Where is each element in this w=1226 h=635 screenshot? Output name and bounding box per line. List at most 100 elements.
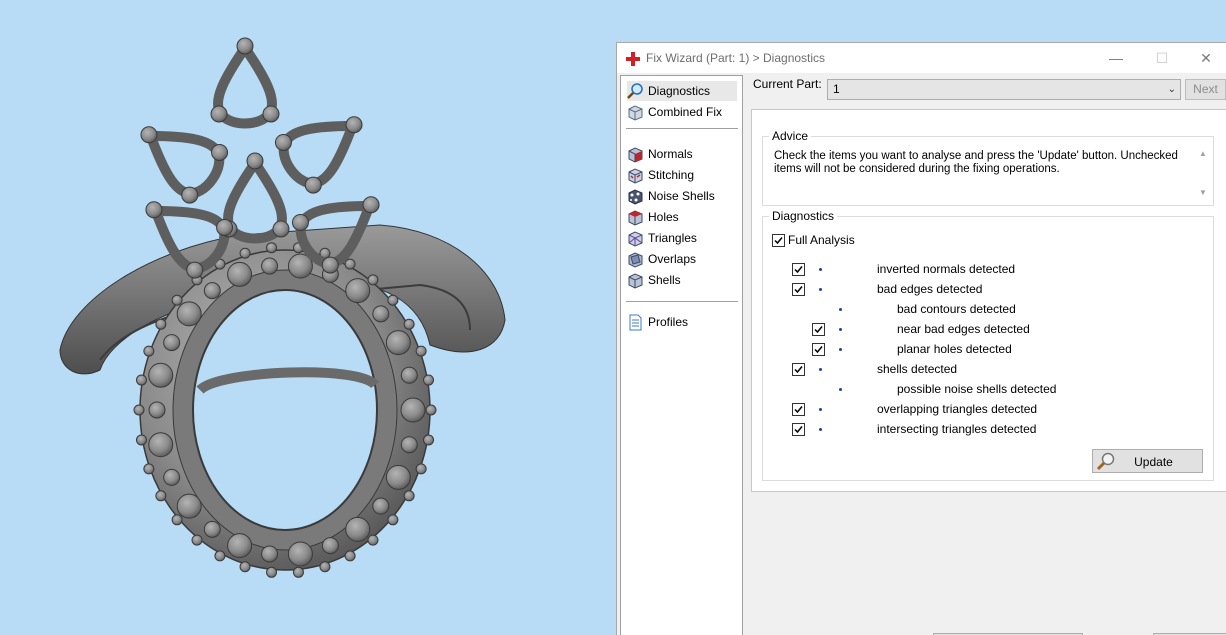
petal-bead <box>181 186 199 204</box>
magnifier-icon <box>627 82 643 99</box>
halo-bead <box>385 464 411 490</box>
nav-label: Normals <box>648 147 693 161</box>
halo-bead <box>345 516 371 542</box>
checkmark-icon <box>794 286 803 294</box>
nav-label: Triangles <box>648 231 697 245</box>
nav-label: Shells <box>648 273 681 287</box>
halo-prong <box>344 550 356 562</box>
overlaps-cube-icon <box>628 251 643 268</box>
petal-bead <box>145 201 163 219</box>
halo-prong <box>425 404 437 416</box>
maximize-button[interactable]: ☐ <box>1139 43 1185 73</box>
advice-group: Advice Check the items you want to analy… <box>762 129 1214 206</box>
red-cross-icon <box>626 52 640 66</box>
halo-prong <box>239 247 251 259</box>
halo-prong <box>423 374 435 386</box>
planar-holes-checkbox[interactable] <box>812 343 825 356</box>
nav-divider <box>626 301 738 302</box>
checkmark-icon <box>774 237 783 245</box>
diagnostic-item-label: inverted normals detected <box>877 262 1016 276</box>
diagnostic-item-label: bad contours detected <box>897 302 1016 316</box>
halo-bead <box>345 278 371 304</box>
nav-item-shells[interactable]: Shells <box>627 270 737 290</box>
checkmark-icon <box>814 346 823 354</box>
halo-bead <box>400 366 418 384</box>
noise-shells-icon <box>628 188 643 205</box>
normals-cube-icon <box>628 146 643 163</box>
diagnostics-title: Diagnostics <box>769 209 838 223</box>
update-button[interactable]: Update <box>1092 449 1203 473</box>
advice-scrollbar[interactable]: ▲ ▼ <box>1197 149 1209 197</box>
scroll-up-icon[interactable]: ▲ <box>1197 149 1209 158</box>
full-analysis-label: Full Analysis <box>788 233 855 247</box>
3d-viewport[interactable] <box>0 0 616 635</box>
halo-prong <box>214 550 226 562</box>
bullet-icon <box>839 348 842 351</box>
halo-prong <box>266 242 278 254</box>
shells-checkbox[interactable] <box>792 363 805 376</box>
petal-bead <box>262 105 280 123</box>
halo-prong <box>191 534 203 546</box>
checkmark-icon <box>814 326 823 334</box>
fix-wizard-window: Fix Wizard (Part: 1) > Diagnostics — ☐ ✕… <box>616 42 1226 635</box>
petal-bead <box>345 116 363 134</box>
nav-label: Overlaps <box>648 252 697 266</box>
diagnostic-item-label: shells detected <box>877 362 958 376</box>
close-button[interactable]: ✕ <box>1183 43 1226 73</box>
petal-bead <box>272 220 290 238</box>
halo-prong <box>403 490 415 502</box>
ring-model <box>59 37 506 578</box>
bullet-icon <box>839 388 842 391</box>
petal-bead <box>210 105 228 123</box>
diagnostic-item-label: bad edges detected <box>877 282 983 296</box>
full-analysis-checkbox[interactable] <box>772 234 785 247</box>
minimize-button[interactable]: — <box>1093 43 1139 73</box>
halo-prong <box>367 274 379 286</box>
halo-prong <box>143 345 155 357</box>
halo-prong <box>171 514 183 526</box>
halo-bead <box>203 520 221 538</box>
nav-item-profiles[interactable]: Profiles <box>627 312 737 332</box>
nav-label: Noise Shells <box>648 189 715 203</box>
halo-prong <box>319 561 331 573</box>
title-bar[interactable]: Fix Wizard (Part: 1) > Diagnostics — ☐ ✕ <box>617 43 1226 73</box>
halo-prong <box>423 434 435 446</box>
nav-label: Holes <box>648 210 679 224</box>
nav-item-triangles[interactable]: Triangles <box>627 228 737 248</box>
petal-bead <box>216 218 234 236</box>
diagnostic-item-label: near bad edges detected <box>897 322 1030 336</box>
bullet-icon <box>839 308 842 311</box>
bullet-icon <box>819 428 822 431</box>
halo-prong <box>143 463 155 475</box>
nav-item-holes[interactable]: Holes <box>627 207 737 227</box>
nav-item-normals[interactable]: Normals <box>627 144 737 164</box>
stitching-cube-icon <box>628 167 643 184</box>
nav-item-overlaps[interactable]: Overlaps <box>627 249 737 269</box>
halo-bead <box>176 301 202 327</box>
halo-bead <box>163 334 181 352</box>
current-part-label: Current Part: <box>753 77 822 91</box>
next-button[interactable]: Next <box>1185 79 1226 100</box>
intersecting-triangles-checkbox[interactable] <box>792 423 805 436</box>
wizard-nav: Diagnostics Combined Fix Normals Stitchi… <box>620 75 743 635</box>
nav-item-diagnostics[interactable]: Diagnostics <box>627 81 737 101</box>
scroll-down-icon[interactable]: ▼ <box>1197 188 1209 197</box>
nav-item-noise-shells[interactable]: Noise Shells <box>627 186 737 206</box>
diagnostics-group: Diagnostics Full Analysis inverted norma… <box>762 209 1214 481</box>
bad-edges-checkbox[interactable] <box>792 283 805 296</box>
inverted-normals-checkbox[interactable] <box>792 263 805 276</box>
nav-divider <box>626 128 738 129</box>
near-bad-edges-checkbox[interactable] <box>812 323 825 336</box>
nav-item-stitching[interactable]: Stitching <box>627 165 737 185</box>
triangles-cube-icon <box>628 230 643 247</box>
overlapping-triangles-checkbox[interactable] <box>792 403 805 416</box>
halo-bead <box>372 497 390 515</box>
petal-bead <box>140 126 158 144</box>
current-part-select[interactable]: 1 ⌄ <box>827 79 1181 100</box>
shells-cube-icon <box>628 272 643 289</box>
halo-bead <box>148 432 174 458</box>
chevron-down-icon: ⌄ <box>1167 84 1176 95</box>
nav-item-combined-fix[interactable]: Combined Fix <box>627 102 737 122</box>
halo-bead <box>261 257 279 275</box>
document-icon <box>629 314 642 330</box>
